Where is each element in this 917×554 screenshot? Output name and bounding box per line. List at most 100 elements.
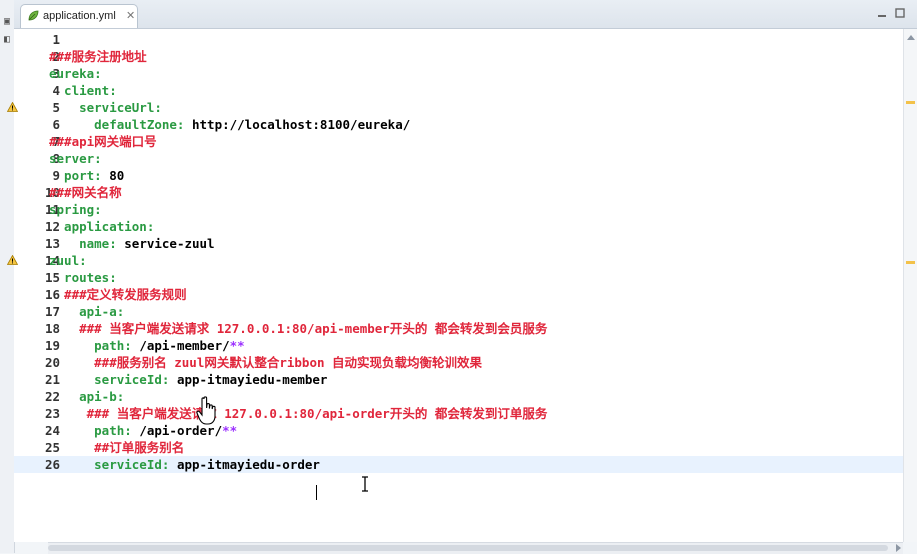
line-number: 1 — [52, 32, 60, 47]
overview-ruler[interactable] — [903, 29, 917, 542]
yaml-comment: ### 当客户端发送请求 127.0.0.1:80/api-member开头的 … — [49, 321, 548, 336]
code-line[interactable]: 13 name: service-zuul — [14, 235, 904, 252]
yaml-key: zuul: — [49, 253, 87, 268]
yaml-key: serviceUrl: — [49, 100, 162, 115]
yaml-comment: ##订单服务别名 — [49, 440, 185, 455]
left-trim-bar: ▣ ◧ — [0, 0, 15, 553]
minimize-icon[interactable] — [875, 6, 889, 20]
code-text: ##订单服务别名 — [49, 439, 184, 456]
yaml-key: eureka: — [49, 66, 102, 81]
yaml-comment: ###服务别名 zuul网关默认整合ribbon 自动实现负载均衡轮训效果 — [49, 355, 483, 370]
code-text: name: service-zuul — [49, 235, 215, 252]
close-icon[interactable]: ✕ — [126, 9, 135, 22]
yaml-comment: ###定义转发服务规则 — [49, 287, 187, 302]
yaml-key: api-b: — [49, 389, 125, 404]
code-text: zuul: — [49, 252, 87, 269]
text-caret — [316, 485, 317, 500]
code-line[interactable]: 3 eureka: — [14, 65, 904, 82]
code-text: eureka: — [49, 65, 102, 82]
code-line[interactable]: 1 — [14, 31, 904, 48]
yaml-value: /api-member/ — [139, 338, 230, 353]
code-line[interactable]: 26 serviceId: app-itmayiedu-order — [14, 456, 904, 473]
editor-tab-bar: application.yml ✕ — [14, 0, 917, 29]
yaml-key: api-a: — [49, 304, 125, 319]
code-text: api-b: — [49, 388, 124, 405]
tab-application-yml[interactable]: application.yml ✕ — [20, 4, 138, 28]
yaml-key: client: — [49, 83, 117, 98]
code-line[interactable]: 17 api-a: — [14, 303, 904, 320]
tab-title: application.yml — [43, 10, 116, 22]
code-line[interactable]: 9 port: 80 — [14, 167, 904, 184]
code-text: defaultZone: http://localhost:8100/eurek… — [49, 116, 410, 133]
code-line[interactable]: 14 zuul: — [7, 252, 904, 269]
yaml-comment: ###服务注册地址 — [49, 49, 147, 64]
warning-marker[interactable] — [906, 261, 915, 264]
yaml-key: path: — [49, 338, 140, 353]
maximize-icon[interactable] — [893, 6, 907, 20]
warning-icon[interactable] — [7, 255, 18, 265]
code-line[interactable]: 15 routes: — [14, 269, 904, 286]
yaml-key: serviceId: — [49, 457, 177, 472]
code-line[interactable]: 6 defaultZone: http://localhost:8100/eur… — [14, 116, 904, 133]
yaml-value: service-zuul — [124, 236, 215, 251]
code-text: ###服务注册地址 — [49, 48, 147, 65]
code-line[interactable]: 20 ###服务别名 zuul网关默认整合ribbon 自动实现负载均衡轮训效果 — [14, 354, 904, 371]
code-text: spring: — [49, 201, 102, 218]
code-line[interactable]: 12 application: — [14, 218, 904, 235]
yaml-editor[interactable]: 1 2 ###服务注册地址 3 eureka: 4 client: 5 serviceUrl… — [7, 29, 904, 542]
code-line[interactable]: 21 serviceId: app-itmayiedu-member — [14, 371, 904, 388]
code-line[interactable]: 8 server: — [14, 150, 904, 167]
code-line[interactable]: 19 path: /api-member/** — [14, 337, 904, 354]
yaml-value: ** — [229, 338, 245, 353]
yaml-key: routes: — [49, 270, 117, 285]
yaml-value: 80 — [109, 168, 125, 183]
code-text: server: — [49, 150, 102, 167]
yaml-key: server: — [49, 151, 102, 166]
code-text: ### 当客户端发送请求 127.0.0.1:80/api-order开头的 都… — [49, 405, 548, 422]
code-line[interactable]: 18 ### 当客户端发送请求 127.0.0.1:80/api-member开… — [14, 320, 904, 337]
scroll-up-icon[interactable] — [907, 35, 915, 40]
yaml-value: ** — [222, 423, 238, 438]
code-text: ### 当客户端发送请求 127.0.0.1:80/api-member开头的 … — [49, 320, 547, 337]
yaml-key: serviceId: — [49, 372, 177, 387]
yaml-comment: ###api网关端口号 — [49, 134, 157, 149]
scroll-right-icon[interactable] — [896, 544, 901, 552]
code-text: serviceUrl: — [49, 99, 162, 116]
code-line[interactable]: 7 ###api网关端口号 — [14, 133, 904, 150]
yaml-key: application: — [49, 219, 155, 234]
code-line[interactable]: 2 ###服务注册地址 — [14, 48, 904, 65]
yaml-key: name: — [49, 236, 125, 251]
code-line[interactable]: 25 ##订单服务别名 — [14, 439, 904, 456]
code-line[interactable]: 4 client: — [14, 82, 904, 99]
text-cursor-icon — [362, 476, 368, 492]
yaml-value: app-itmayiedu-member — [176, 372, 328, 387]
yaml-comment: ### 当客户端发送请求 127.0.0.1:80/api-order开头的 都… — [49, 406, 548, 421]
code-text: port: 80 — [49, 167, 124, 184]
spring-leaf-icon — [28, 10, 39, 21]
yaml-key: defaultZone: — [49, 117, 192, 132]
yaml-key: path: — [49, 423, 140, 438]
code-text: api-a: — [49, 303, 124, 320]
warning-marker[interactable] — [906, 101, 915, 104]
code-line[interactable]: 11 spring: — [14, 201, 904, 218]
warning-icon[interactable] — [7, 102, 18, 112]
yaml-key: port: — [49, 168, 110, 183]
outline-icon[interactable]: ◧ — [1, 34, 13, 46]
code-line[interactable]: 23 ### 当客户端发送请求 127.0.0.1:80/api-order开头… — [14, 405, 904, 422]
code-text: application: — [49, 218, 154, 235]
code-line[interactable]: 22 api-b: — [14, 388, 904, 405]
yaml-value: app-itmayiedu-order — [176, 457, 320, 472]
code-text: ###网关名称 — [49, 184, 122, 201]
code-line[interactable]: 10 ###网关名称 — [14, 184, 904, 201]
code-text: serviceId: app-itmayiedu-order — [49, 456, 320, 473]
horizontal-scrollbar[interactable] — [48, 542, 903, 554]
code-line[interactable]: 5 serviceUrl: — [7, 99, 904, 116]
yaml-value: http://localhost:8100/eureka/ — [192, 117, 411, 132]
code-text: ###服务别名 zuul网关默认整合ribbon 自动实现负载均衡轮训效果 — [49, 354, 482, 371]
restore-icon[interactable]: ▣ — [1, 16, 13, 28]
yaml-key: spring: — [49, 202, 102, 217]
code-text: path: /api-member/** — [49, 337, 245, 354]
scrollbar-thumb[interactable] — [48, 545, 888, 551]
code-line[interactable]: 24 path: /api-order/** — [14, 422, 904, 439]
code-line[interactable]: 16 ###定义转发服务规则 — [14, 286, 904, 303]
